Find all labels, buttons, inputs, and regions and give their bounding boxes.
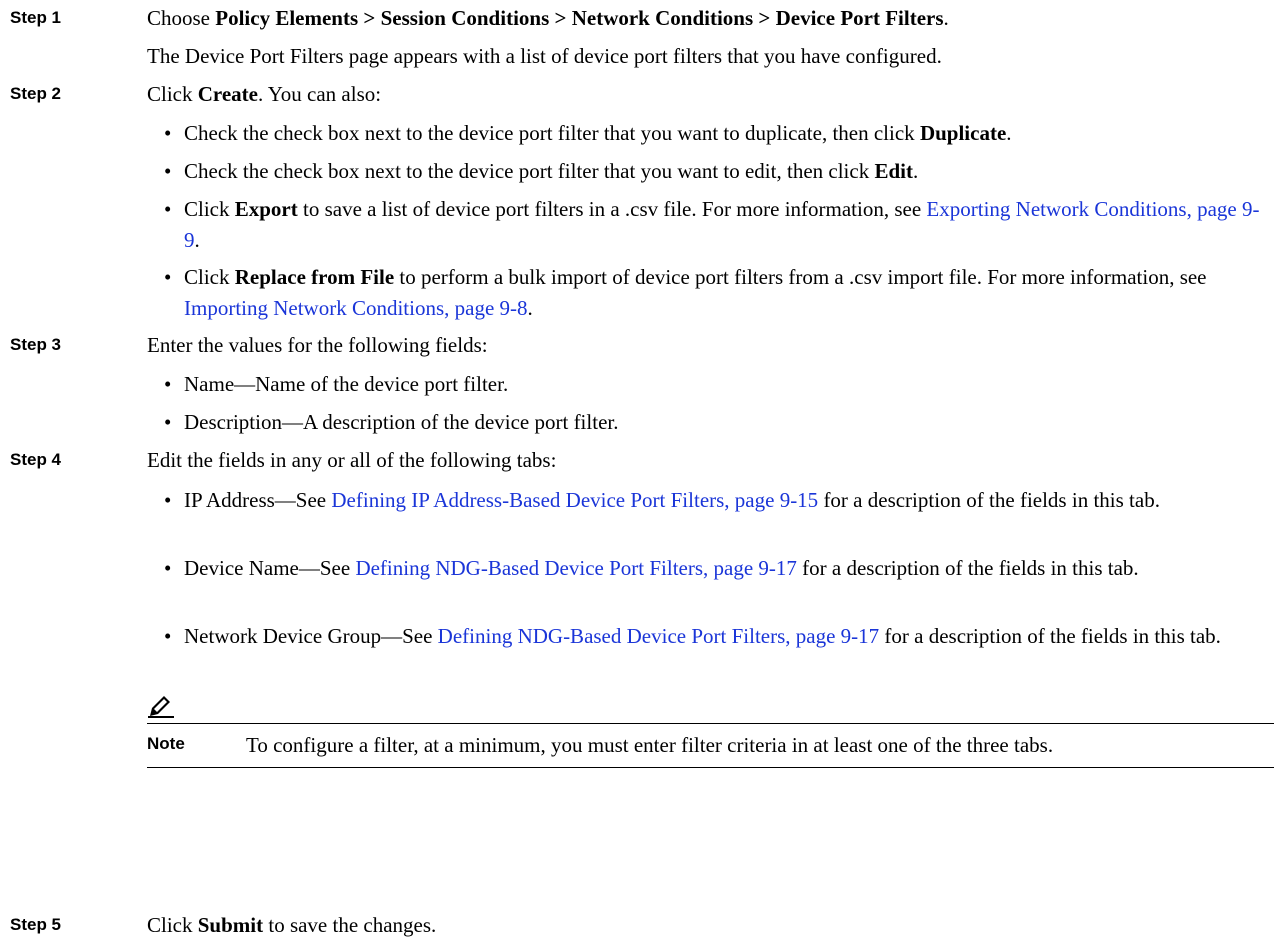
bullet: • bbox=[164, 159, 172, 183]
step-3-bullet-name: Name—Name of the device port filter. bbox=[184, 372, 509, 396]
link-importing-network-conditions[interactable]: Importing Network Conditions, page 9-8 bbox=[184, 296, 528, 320]
create-term: Create bbox=[197, 82, 258, 106]
step-2-label: Step 2 bbox=[10, 84, 62, 103]
link-ndg-filters[interactable]: Defining NDG-Based Device Port Filters, … bbox=[355, 556, 796, 580]
bullet: • bbox=[164, 121, 172, 145]
step-2-bullet-edit: Check the check box next to the device p… bbox=[184, 159, 919, 183]
step-4-bullet-network-device-group: Network Device Group—See Defining NDG-Ba… bbox=[184, 624, 1221, 648]
bullet: • bbox=[164, 265, 172, 289]
step-2-bullet-duplicate: Check the check box next to the device p… bbox=[184, 121, 1012, 145]
note-bottom-rule bbox=[147, 767, 1274, 768]
pencil-icon bbox=[148, 696, 174, 718]
step-1-text: Choose Policy Elements > Session Conditi… bbox=[147, 6, 949, 30]
step-1-info: The Device Port Filters page appears wit… bbox=[147, 44, 942, 68]
bullet: • bbox=[164, 410, 172, 434]
bullet: • bbox=[164, 556, 172, 580]
bullet: • bbox=[164, 624, 172, 648]
document-page: Step 1 Choose Policy Elements > Session … bbox=[0, 0, 1281, 941]
step-4-bullet-device-name: Device Name—See Defining NDG-Based Devic… bbox=[184, 556, 1139, 580]
note-label: Note bbox=[147, 734, 185, 753]
bullet: • bbox=[164, 488, 172, 512]
step-5-label: Step 5 bbox=[10, 915, 62, 934]
step-2-bullet-export: Click Export to save a list of device po… bbox=[184, 197, 1260, 252]
step-2-text: Click Create. You can also: bbox=[147, 82, 382, 106]
step-4-label: Step 4 bbox=[10, 450, 62, 469]
note-top-rule bbox=[147, 723, 1274, 724]
step-4-text: Edit the fields in any or all of the fol… bbox=[147, 448, 557, 472]
bullet: • bbox=[164, 197, 172, 221]
step-3-bullet-description: Description—A description of the device … bbox=[184, 410, 619, 434]
step-4-bullet-ip-address: IP Address—See Defining IP Address-Based… bbox=[184, 488, 1160, 512]
link-ndg-filters[interactable]: Defining NDG-Based Device Port Filters, … bbox=[438, 624, 879, 648]
step-2-bullet-replace: Click Replace from File to perform a bul… bbox=[184, 265, 1207, 320]
step-3-text: Enter the values for the following field… bbox=[147, 333, 488, 357]
bullet: • bbox=[164, 372, 172, 396]
note-text: To configure a filter, at a minimum, you… bbox=[246, 733, 1054, 757]
step-1-label: Step 1 bbox=[10, 8, 62, 27]
step-3-label: Step 3 bbox=[10, 335, 62, 354]
submit-term: Submit bbox=[197, 913, 264, 937]
step-5-text: Click Submit to save the changes. bbox=[147, 913, 437, 937]
link-ip-address-filters[interactable]: Defining IP Address-Based Device Port Fi… bbox=[331, 488, 818, 512]
menu-path: Policy Elements > Session Conditions > N… bbox=[215, 6, 944, 30]
